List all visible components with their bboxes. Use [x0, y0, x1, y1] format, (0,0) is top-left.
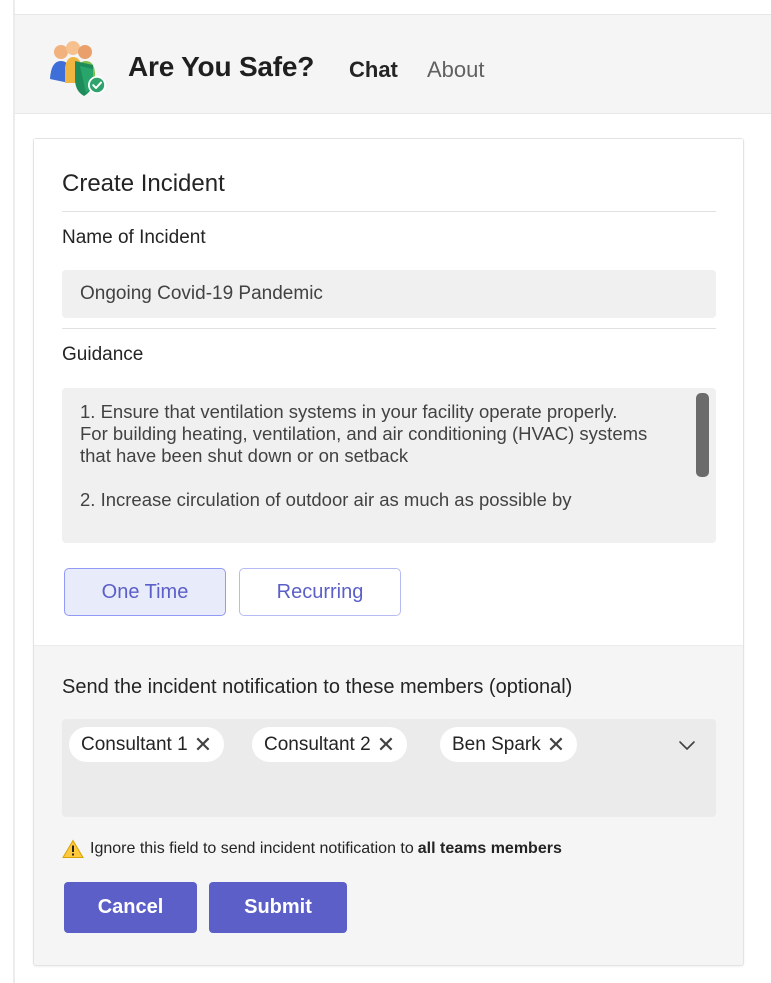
guidance-scrollbar[interactable] [696, 393, 709, 477]
warning-note: Ignore this field to send incident notif… [62, 839, 562, 859]
member-pill-consultant-1: Consultant 1 ✕ [69, 727, 225, 762]
chevron-down-icon[interactable] [674, 735, 700, 755]
members-picker[interactable]: Consultant 1 ✕ Consultant 2 ✕ Ben Spark … [62, 719, 716, 817]
warning-emphasis: all teams members [417, 840, 562, 857]
close-icon[interactable]: ✕ [547, 733, 565, 756]
create-incident-card: Create Incident Name of Incident Ongoing… [33, 138, 744, 966]
warning-triangle-icon [62, 839, 84, 859]
title-divider [62, 211, 716, 212]
member-pill-ben-spark: Ben Spark ✕ [440, 727, 578, 762]
cancel-button[interactable]: Cancel [64, 882, 197, 933]
close-icon[interactable]: ✕ [194, 733, 212, 756]
member-name: Consultant 1 [81, 733, 188, 755]
members-label: Send the incident notification to these … [62, 676, 573, 698]
app-header: Are You Safe? Chat About [15, 15, 771, 114]
member-name: Consultant 2 [264, 733, 371, 755]
app-title: Are You Safe? [128, 51, 315, 82]
member-name: Ben Spark [452, 733, 541, 755]
one-time-button[interactable]: One Time [64, 568, 226, 616]
close-icon[interactable]: ✕ [377, 733, 395, 756]
incident-name-label: Name of Incident [62, 227, 206, 248]
warning-text: Ignore this field to send incident notif… [90, 840, 414, 857]
tab-about[interactable]: About [427, 57, 485, 83]
window-left-edge [13, 0, 15, 983]
guidance-label: Guidance [62, 344, 144, 365]
incident-details-section: Create Incident Name of Incident Ongoing… [34, 139, 743, 646]
guidance-textarea[interactable]: 1. Ensure that ventilation systems in yo… [62, 388, 716, 543]
app-logo-icon [47, 39, 109, 97]
name-divider [62, 328, 716, 329]
tab-chat[interactable]: Chat [349, 57, 398, 83]
member-pill-consultant-2: Consultant 2 ✕ [252, 727, 408, 762]
recurring-button[interactable]: Recurring [239, 568, 401, 616]
submit-button[interactable]: Submit [209, 882, 347, 933]
incident-name-input[interactable]: Ongoing Covid-19 Pandemic [62, 270, 716, 318]
form-title: Create Incident [62, 170, 225, 197]
guidance-text: 1. Ensure that ventilation systems in yo… [80, 401, 648, 510]
